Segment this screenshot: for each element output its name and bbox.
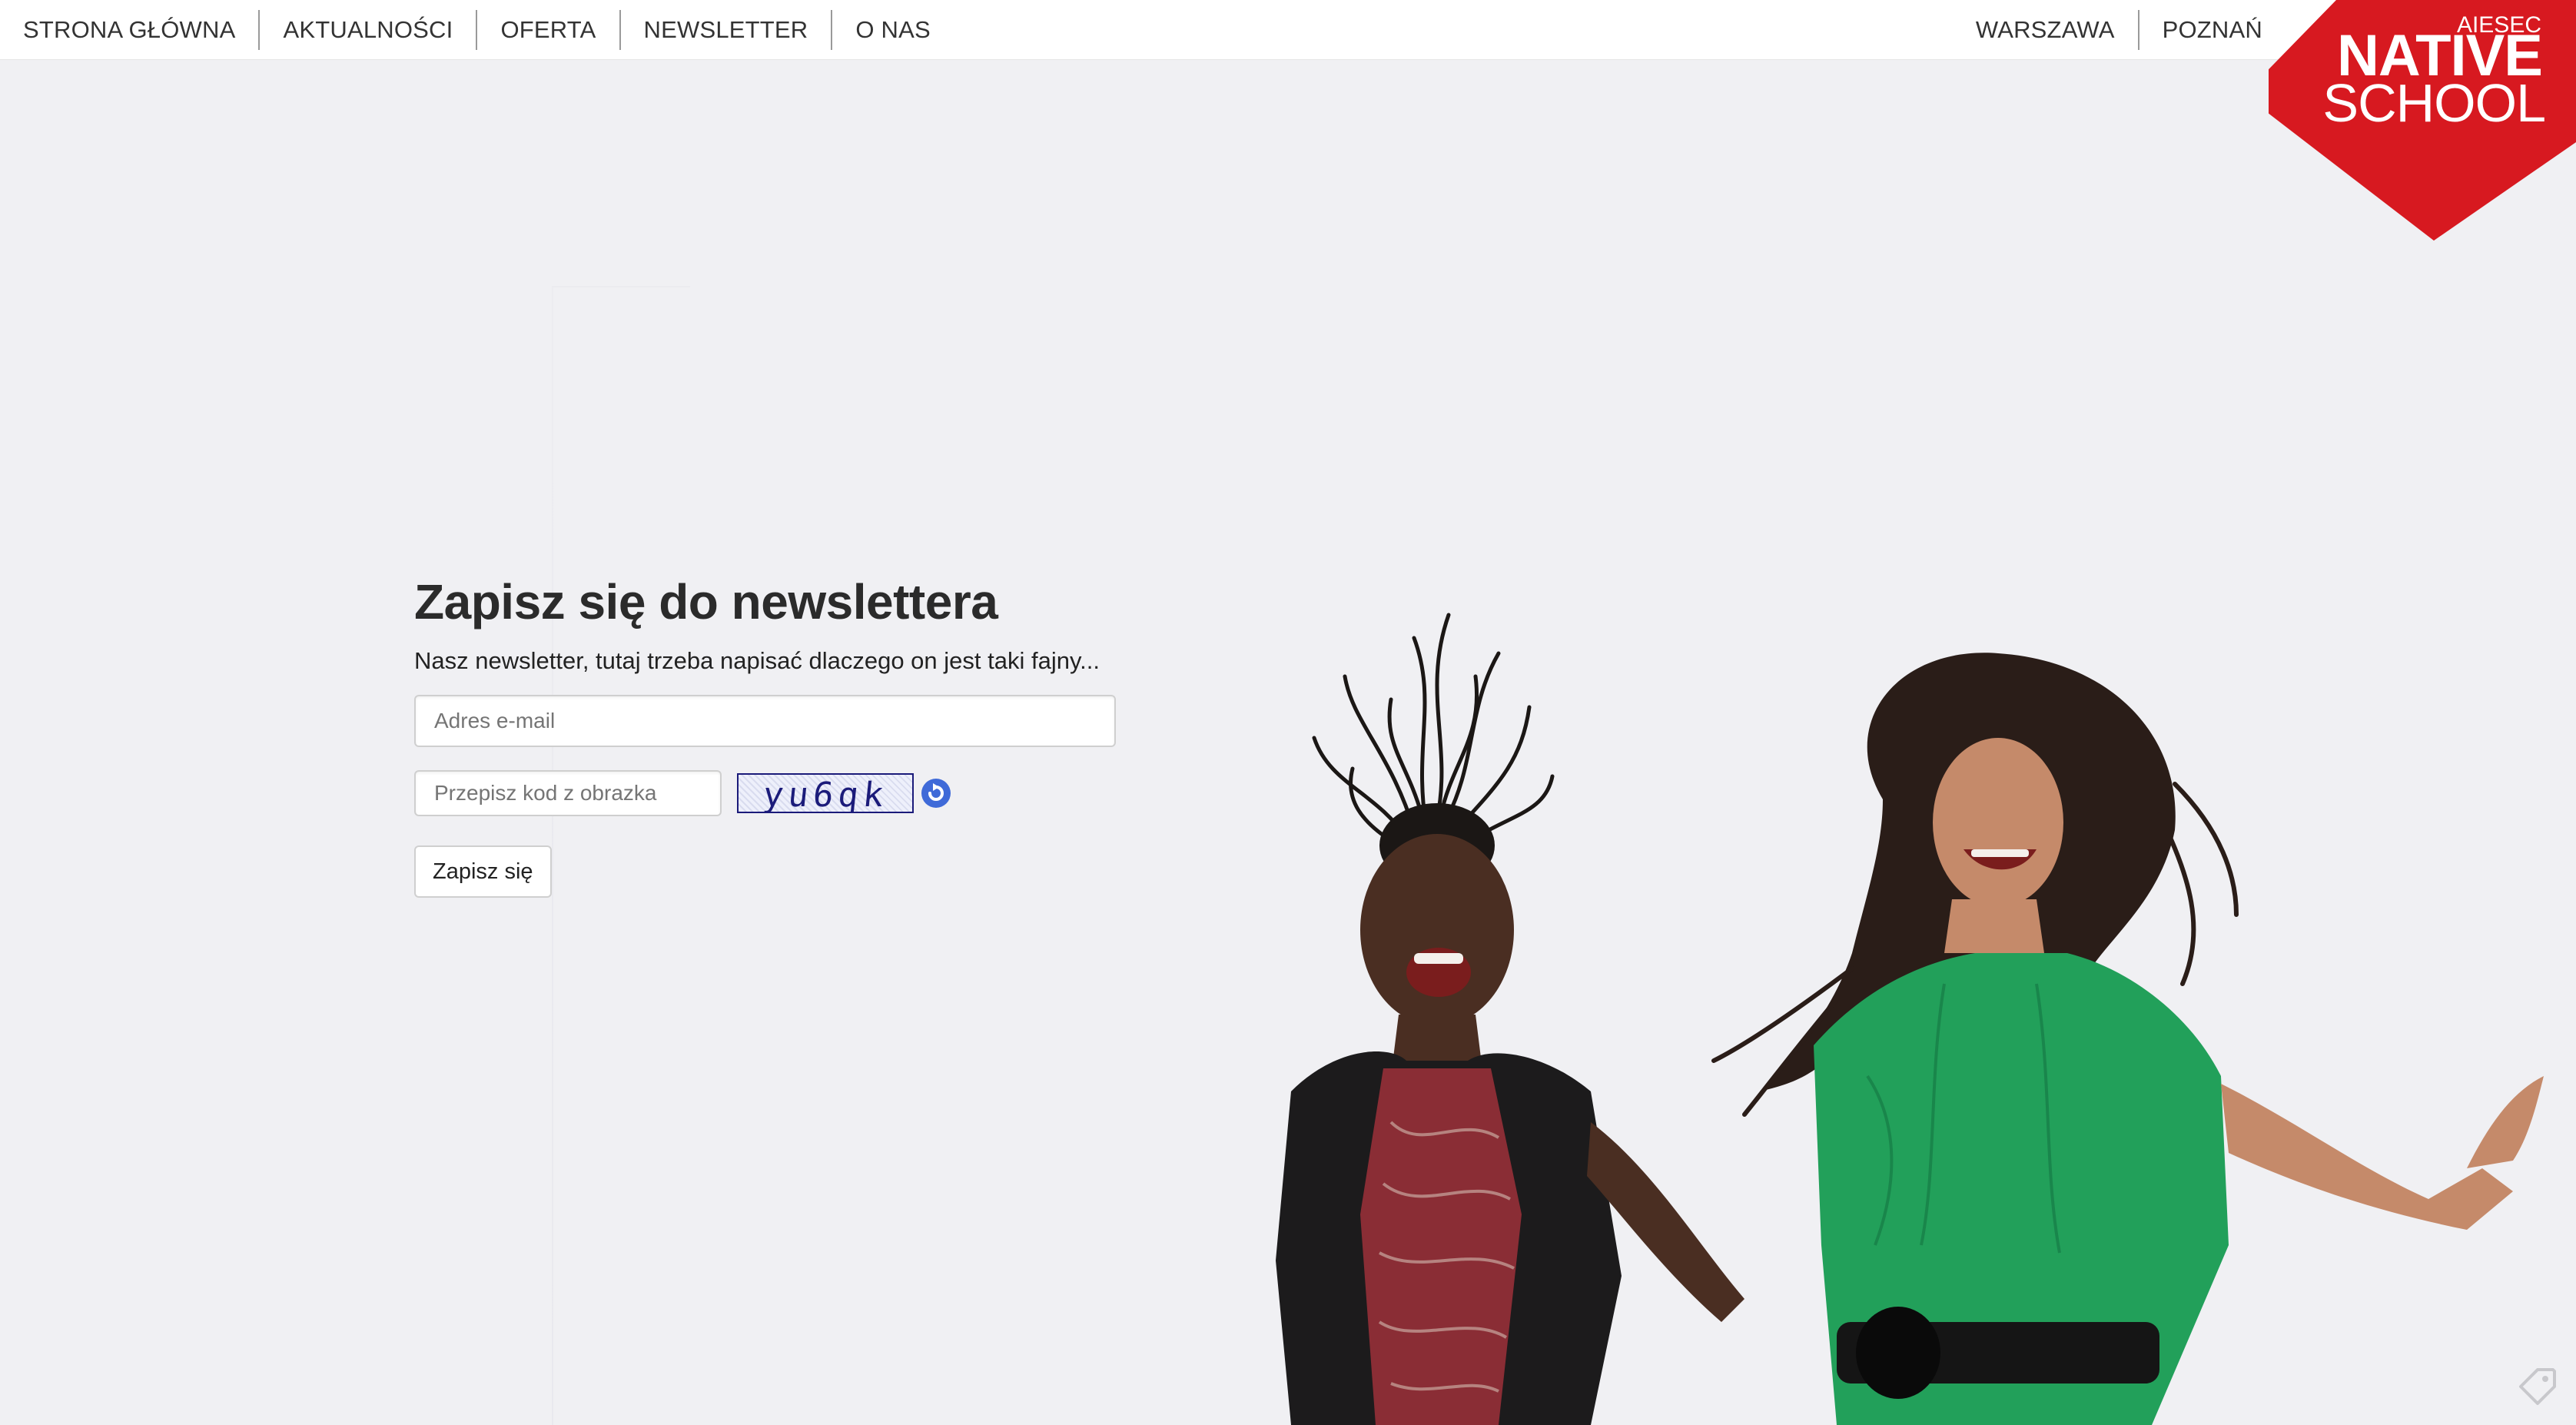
aiesec-native-school-logo[interactable]: AIESEC NATIVE SCHOOL [2269,0,2576,246]
right-woman-teeth [1971,849,2029,857]
tag-icon[interactable] [2516,1365,2559,1408]
email-input[interactable] [414,695,1116,747]
right-woman-belt-buckle [1856,1307,1940,1399]
nav-strona-glowna[interactable]: STRONA GŁÓWNA [0,10,258,50]
left-woman-face [1360,834,1514,1026]
nav-warszawa[interactable]: WARSZAWA [1953,10,2138,50]
hero-photo-jumping-women [1276,613,2544,1425]
right-woman-neck [1944,899,2044,953]
newsletter-form: Zapisz się do newslettera Nasz newslette… [414,569,1121,898]
main-nav: STRONA GŁÓWNA AKTUALNOŚCI OFERTA NEWSLET… [0,0,954,60]
city-nav: WARSZAWA POZNAŃ [1953,0,2286,60]
logo-school-text: SCHOOL [2322,73,2545,133]
captcha-input[interactable] [414,770,722,816]
nav-aktualnosci[interactable]: AKTUALNOŚCI [260,10,476,50]
newsletter-title: Zapisz się do newslettera [414,574,998,629]
refresh-icon[interactable] [920,777,952,809]
right-woman-face [1933,738,2063,907]
subscribe-button[interactable]: Zapisz się [414,845,552,898]
nav-newsletter[interactable]: NEWSLETTER [621,10,832,50]
captcha-row: yu6qk [414,770,1121,816]
right-woman-arm [2221,1084,2513,1230]
nav-o-nas[interactable]: O NAS [832,10,953,50]
page: STRONA GŁÓWNA AKTUALNOŚCI OFERTA NEWSLET… [0,0,2576,1425]
nav-poznan[interactable]: POZNAŃ [2139,10,2286,50]
background-panel-top [552,286,690,287]
nav-oferta[interactable]: OFERTA [477,10,619,50]
captcha-image: yu6qk [737,773,914,813]
left-woman-teeth [1414,953,1463,964]
right-woman-hand [2467,1076,2544,1168]
top-navigation-bar: STRONA GŁÓWNA AKTUALNOŚCI OFERTA NEWSLET… [0,0,2576,60]
captcha-code-text: yu6qk [761,776,890,813]
left-woman-dress [1360,1068,1522,1425]
newsletter-description: Nasz newsletter, tutaj trzeba napisać dl… [414,647,1100,674]
